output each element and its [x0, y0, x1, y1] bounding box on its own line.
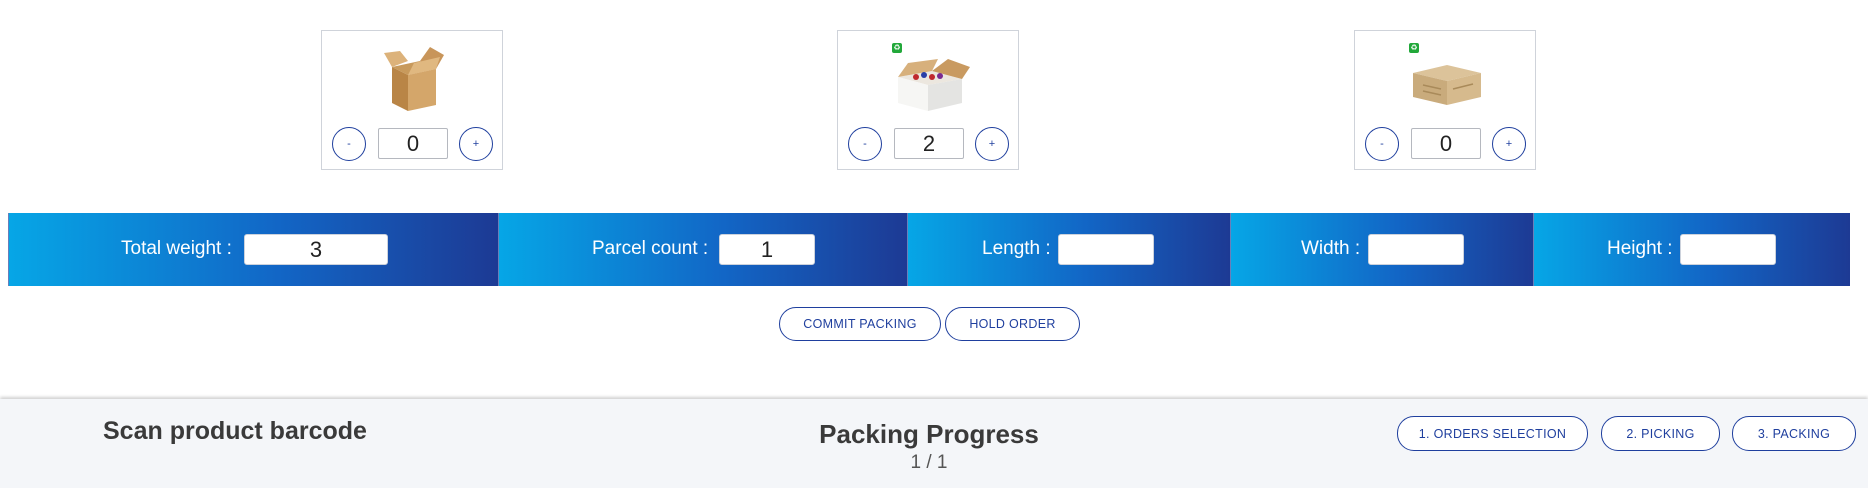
package-details-bar: Total weight : Parcel count : Length : W… [8, 213, 1850, 286]
closed-carton-minus-button[interactable]: - [1365, 127, 1399, 161]
step-picking-button[interactable]: 2. PICKING [1601, 416, 1720, 451]
white-box-plus-button[interactable]: + [975, 127, 1009, 161]
width-section: Width : [1230, 213, 1533, 286]
width-input[interactable] [1368, 234, 1464, 265]
closed-carton-quantity-input[interactable] [1411, 128, 1481, 159]
parcel-count-section: Parcel count : [498, 213, 907, 286]
hold-order-button[interactable]: HOLD ORDER [945, 307, 1080, 341]
step-orders-selection-button[interactable]: 1. ORDERS SELECTION [1397, 416, 1588, 451]
height-input[interactable] [1680, 234, 1776, 265]
white-box-with-bottles-image [898, 59, 970, 111]
total-weight-input[interactable] [244, 234, 388, 265]
box-card-open-brown: - + [321, 30, 503, 170]
white-box-quantity-input[interactable] [894, 128, 964, 159]
parcel-count-label: Parcel count : [592, 238, 709, 259]
closed-carton-plus-button[interactable]: + [1492, 127, 1526, 161]
length-label: Length : [982, 238, 1051, 259]
width-label: Width : [1301, 238, 1361, 259]
box-card-white-bottles: ♻ - + [837, 30, 1019, 170]
height-section: Height : [1533, 213, 1850, 286]
parcel-count-input[interactable] [719, 234, 815, 265]
total-weight-label: Total weight : [121, 238, 232, 259]
open-brown-box-image [384, 47, 444, 111]
footer-bar: Scan product barcode Packing Progress 1 … [0, 399, 1868, 488]
total-weight-section: Total weight : [8, 213, 498, 286]
white-box-minus-button[interactable]: - [848, 127, 882, 161]
open-brown-box-plus-button[interactable]: + [459, 127, 493, 161]
length-section: Length : [907, 213, 1230, 286]
box-card-closed-carton: ♻ - + [1354, 30, 1536, 170]
commit-packing-button[interactable]: COMMIT PACKING [779, 307, 941, 341]
open-brown-box-minus-button[interactable]: - [332, 127, 366, 161]
length-input[interactable] [1058, 234, 1154, 265]
height-label: Height : [1607, 238, 1673, 259]
open-brown-box-quantity-input[interactable] [378, 128, 448, 159]
closed-carton-box-image [1413, 65, 1481, 105]
step-packing-button[interactable]: 3. PACKING [1732, 416, 1856, 451]
packing-progress-count: 1 / 1 [910, 452, 948, 473]
